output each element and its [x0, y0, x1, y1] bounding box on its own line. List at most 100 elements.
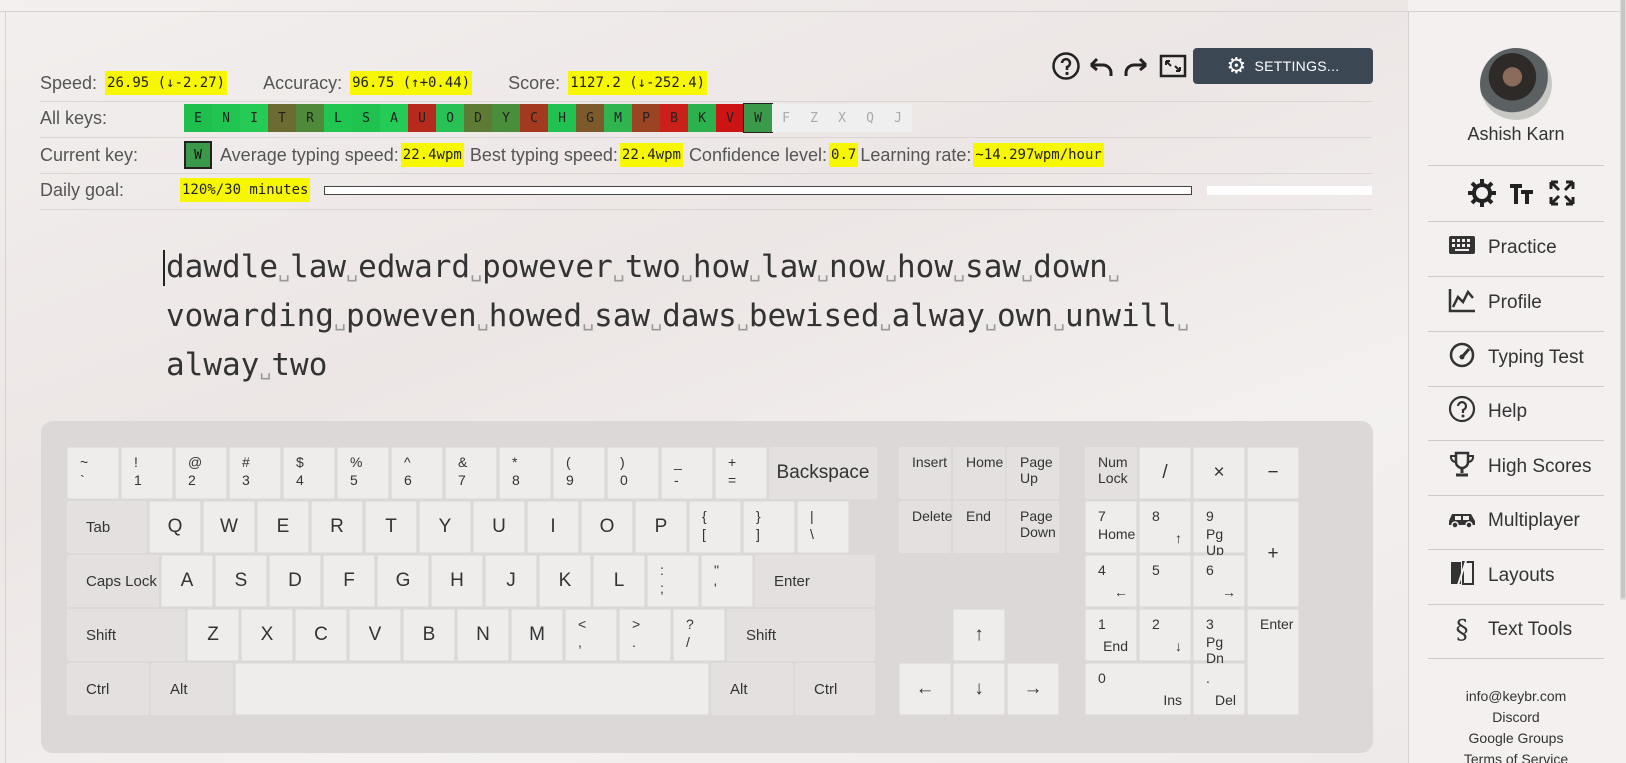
key-num-3[interactable]: 3 Pg Dn	[1193, 609, 1245, 666]
key-b[interactable]: B	[403, 609, 455, 661]
key-5[interactable]: % 5	[337, 447, 389, 499]
key-m[interactable]: M	[511, 609, 563, 661]
key-tab[interactable]: Tab	[67, 501, 147, 553]
key-num-div[interactable]: /	[1139, 447, 1191, 499]
key-r[interactable]: R	[311, 501, 363, 553]
key-alt-right[interactable]: Alt	[711, 663, 793, 715]
key-num-8[interactable]: 8 ↑	[1139, 501, 1191, 553]
settings-button[interactable]: ⚙ SETTINGS...	[1193, 48, 1373, 84]
key-shift-left[interactable]: Shift	[67, 609, 185, 661]
expand-icon[interactable]	[1547, 178, 1577, 210]
scrollbar-thumb[interactable]	[1621, 0, 1625, 598]
key-arrow-left[interactable]: ←	[899, 663, 951, 715]
font-size-icon[interactable]	[1507, 178, 1537, 210]
key-3[interactable]: #3	[229, 447, 281, 499]
key-i[interactable]: I	[527, 501, 579, 553]
key-ctrl-right[interactable]: Ctrl	[795, 663, 875, 715]
key-g[interactable]: G	[377, 555, 429, 607]
key-a[interactable]: A	[161, 555, 213, 607]
key-num-6[interactable]: 6 →	[1193, 555, 1245, 607]
sidebar-item-layouts[interactable]: Layouts	[1446, 556, 1555, 596]
key-p[interactable]: P	[635, 501, 687, 553]
key-t[interactable]: T	[365, 501, 417, 553]
theme-gear-icon[interactable]	[1467, 178, 1497, 210]
key-alt-left[interactable]: Alt	[151, 663, 233, 715]
key-arrow-up[interactable]: ↑	[953, 609, 1005, 661]
key-9[interactable]: (9	[553, 447, 605, 499]
key-page-up[interactable]: Page Up	[1007, 447, 1059, 499]
key-8[interactable]: * 8	[499, 447, 551, 499]
sidebar-item-help[interactable]: Help	[1446, 392, 1527, 432]
sidebar-item-practice[interactable]: Practice	[1446, 228, 1557, 268]
key-j[interactable]: J	[485, 555, 537, 607]
key-0[interactable]: ) 0	[607, 447, 659, 499]
key-y[interactable]: Y	[419, 501, 471, 553]
key-z[interactable]: Z	[187, 609, 239, 661]
discord-link[interactable]: Discord	[1420, 707, 1612, 728]
key-num-1[interactable]: 1 End	[1085, 609, 1137, 661]
key-sym[interactable]: " '	[701, 555, 753, 607]
sidebar-item-multiplayer[interactable]: Multiplayer	[1446, 501, 1580, 541]
key-num-plus[interactable]: +	[1247, 501, 1299, 607]
key-num-0[interactable]: 0 Ins	[1085, 663, 1191, 715]
email-link[interactable]: info@keybr.com	[1420, 686, 1612, 707]
key-d[interactable]: D	[269, 555, 321, 607]
key-backspace[interactable]: Backspace	[769, 447, 877, 499]
avatar[interactable]	[1480, 48, 1552, 120]
key-end[interactable]: End	[953, 501, 1005, 553]
key-num-7[interactable]: 7 Home	[1085, 501, 1137, 553]
key-k[interactable]: K	[539, 555, 591, 607]
key-o[interactable]: O	[581, 501, 633, 553]
key-n[interactable]: N	[457, 609, 509, 661]
key-shift-right[interactable]: Shift	[727, 609, 875, 661]
key-delete[interactable]: Delete	[899, 501, 952, 553]
key-6[interactable]: ^ 6	[391, 447, 443, 499]
sidebar-item-text-tools[interactable]: § Text Tools	[1446, 610, 1573, 650]
key-c[interactable]: C	[295, 609, 347, 661]
key-`[interactable]: ~ `	[67, 447, 119, 499]
key-page-down[interactable]: Page Down	[1007, 501, 1059, 553]
key-num-5[interactable]: 5	[1139, 555, 1191, 607]
sidebar-item-typing-test[interactable]: Typing Test	[1446, 338, 1584, 378]
key-sym[interactable]: >.	[619, 609, 671, 661]
key-arrow-right[interactable]: →	[1007, 663, 1059, 715]
key-num-lock[interactable]: Num Lock	[1085, 447, 1137, 499]
key-v[interactable]: V	[349, 609, 401, 661]
key-num-dot[interactable]: . Del	[1193, 663, 1245, 715]
key-1[interactable]: ! 1	[121, 447, 173, 499]
key-sym[interactable]: }]	[743, 501, 795, 553]
help-circle-icon[interactable]	[1050, 50, 1082, 82]
key-num-minus[interactable]: −	[1247, 447, 1299, 499]
key-w[interactable]: W	[203, 501, 255, 553]
redo-icon[interactable]	[1120, 50, 1152, 82]
key-s[interactable]: S	[215, 555, 267, 607]
key-sym[interactable]: ? /	[673, 609, 725, 661]
key-f[interactable]: F	[323, 555, 375, 607]
fullscreen-icon[interactable]	[1157, 50, 1189, 82]
key-q[interactable]: Q	[149, 501, 201, 553]
key-insert[interactable]: Insert	[899, 447, 951, 499]
key-u[interactable]: U	[473, 501, 525, 553]
key-num-2[interactable]: 2 ↓	[1139, 609, 1191, 661]
key-arrow-down[interactable]: ↓	[953, 663, 1005, 715]
key-=[interactable]: + =	[715, 447, 767, 499]
key-num-4[interactable]: 4 ←	[1085, 555, 1137, 607]
key-h[interactable]: H	[431, 555, 483, 607]
key-num-enter[interactable]: Enter	[1247, 609, 1299, 715]
username[interactable]: Ashish Karn	[1420, 124, 1612, 145]
key-caps-lock[interactable]: Caps Lock	[67, 555, 159, 607]
key-sym[interactable]: | \	[797, 501, 849, 553]
key-sym[interactable]: :;	[647, 555, 699, 607]
key-num-mul[interactable]: ×	[1193, 447, 1245, 499]
key-sym[interactable]: {[	[689, 501, 741, 553]
typing-text-area[interactable]: dawdle␣law␣edward␣powever␣two␣how␣law␣no…	[166, 244, 1266, 391]
key-2[interactable]: @2	[175, 447, 227, 499]
key-num-9[interactable]: 9 Pg Up	[1193, 501, 1245, 558]
key-l[interactable]: L	[593, 555, 645, 607]
key-ctrl-left[interactable]: Ctrl	[67, 663, 149, 715]
google-groups-link[interactable]: Google Groups	[1420, 728, 1612, 749]
undo-icon[interactable]	[1085, 50, 1117, 82]
key-e[interactable]: E	[257, 501, 309, 553]
key-space[interactable]	[235, 663, 709, 715]
key-7[interactable]: & 7	[445, 447, 497, 499]
